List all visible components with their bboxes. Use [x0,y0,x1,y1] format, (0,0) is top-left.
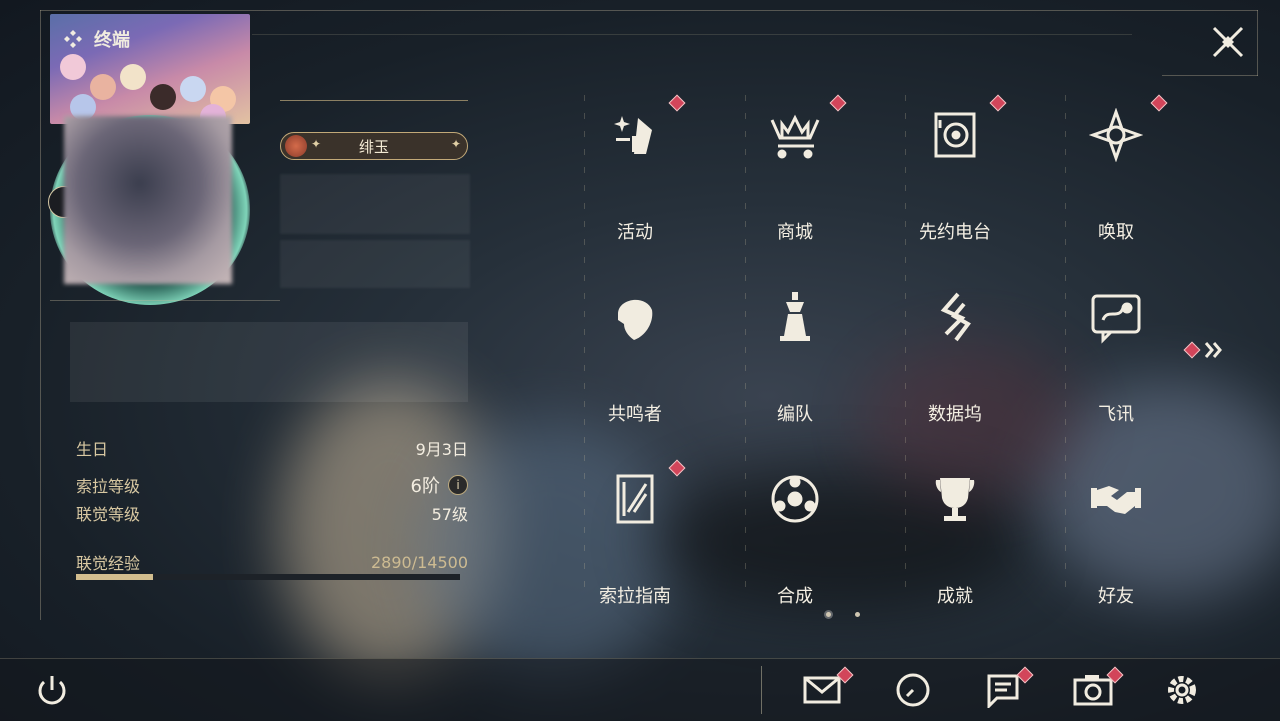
menu-label: 商城 [777,222,813,243]
menu-label: 先约电台 [919,222,991,243]
signature-box[interactable] [70,322,468,402]
union-level-row: 联觉等级 57级 [76,501,468,525]
menu-label: 活动 [617,222,653,243]
union-exp-row: 联觉经验 2890/14500 [76,550,468,574]
close-icon[interactable] [1206,20,1250,64]
menu-label: 合成 [777,586,813,607]
trophy-icon [935,478,975,521]
menu-label: 唤取 [1098,222,1134,243]
player-name: 绯玉 [358,137,389,156]
menu-label: 索拉指南 [599,586,671,607]
page-dot-1[interactable] [826,612,831,617]
radio-icon [934,112,976,158]
menu-item-radio[interactable]: 先约电台 [895,108,1015,268]
menu-item-resonators[interactable]: 共鸣者 [575,290,695,450]
menu-item-data-bank[interactable]: 数据坞 [895,290,1015,450]
menu-item-convene[interactable]: 唤取 [1056,107,1176,268]
sparkle-icon: ✦ [450,137,461,151]
union-exp-fill [76,574,153,580]
player-name-tag[interactable]: ✦ 绯玉 ✦ [280,132,468,160]
sola-level-label: 索拉等级 [76,477,141,496]
resonator-icon [618,299,653,340]
menu-label: 飞讯 [1098,404,1134,425]
birthday-label: 生日 [76,440,109,459]
union-exp-bar [76,574,460,580]
menu-item-achievements[interactable]: 成就 [895,472,1015,632]
page-indicator [826,612,860,617]
birthday-value: 9月3日 [415,440,468,459]
info-icon[interactable]: i [448,475,468,495]
menu-item-guidebook[interactable]: 索拉指南 [575,472,695,632]
terminal-icon [64,30,82,48]
name-tag-avatar [285,135,307,157]
notice-icon[interactable] [983,672,1023,708]
camera-icon[interactable] [1073,672,1113,708]
page-title: 终端 [62,26,130,52]
menu-label: 共鸣者 [608,404,662,425]
terminal-title-text: 终端 [94,30,130,51]
shop-crown-icon [770,114,820,159]
menu-item-events[interactable]: 活动 [575,108,695,268]
next-page-button[interactable] [1183,340,1226,360]
menu-label: 成就 [937,586,973,607]
sola-level-row: 索拉等级 6阶 i [76,472,468,498]
page-dot-2[interactable] [855,612,860,617]
events-icon [614,116,652,154]
settings-icon[interactable] [1162,672,1202,708]
menu-item-friends[interactable]: 好友 [1056,472,1176,632]
synthesis-icon [771,475,819,523]
name-divider [280,100,468,101]
convene-icon [1088,107,1144,163]
guidebook-icon [616,474,654,524]
menu-item-team[interactable]: 编队 [735,290,855,450]
avatar[interactable] [64,116,232,284]
double-chevron-right-icon [1204,342,1222,358]
union-level-label: 联觉等级 [76,505,141,524]
handshake-icon [1091,486,1141,514]
clock-icon[interactable] [893,672,933,708]
bottom-divider [761,666,762,714]
notification-badge [1183,341,1201,359]
birthday-row: 生日 9月3日 [76,436,468,460]
menu-label: 编队 [777,404,813,425]
chat-icon [1091,294,1141,344]
data-bank-icon [940,292,971,342]
sola-level-value: 6阶 [410,476,440,497]
blurred-info [280,174,470,234]
union-level-value: 57级 [431,505,468,524]
sparkle-icon: ✦ [311,137,322,151]
team-icon [780,292,810,341]
menu-item-shop[interactable]: 商城 [735,108,855,268]
menu-item-chat[interactable]: 飞讯 [1056,290,1176,450]
union-exp-value: 2890/14500 [370,552,468,572]
mail-icon[interactable] [803,672,843,708]
union-exp-label: 联觉经验 [76,554,141,573]
menu-label: 数据坞 [928,404,982,425]
menu-label: 好友 [1098,586,1134,607]
menu-item-synthesis[interactable]: 合成 [735,472,855,632]
blurred-info [280,240,470,288]
power-icon[interactable] [32,672,72,708]
